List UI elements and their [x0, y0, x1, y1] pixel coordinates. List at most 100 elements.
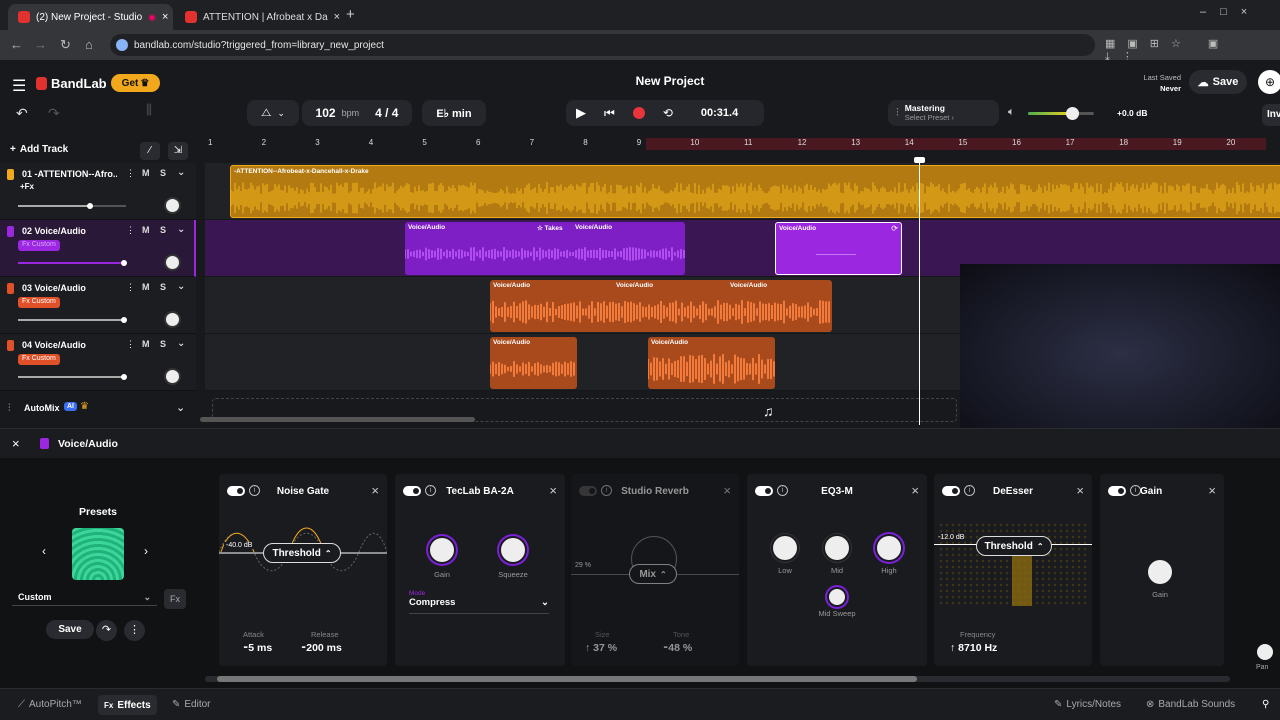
pan-knob[interactable] [164, 311, 181, 328]
high-dial[interactable] [877, 536, 901, 560]
chevron-down-icon[interactable]: ⌄ [177, 281, 185, 292]
mute-button[interactable]: M [142, 282, 150, 292]
home-icon[interactable]: ⌂ [85, 37, 93, 52]
effects-scrollbar-track[interactable] [205, 676, 1230, 682]
lyrics-notes-tab[interactable]: ✎ Lyrics/Notes [1054, 699, 1121, 710]
record-icon[interactable] [632, 107, 645, 119]
volume-slider[interactable] [18, 260, 127, 266]
clip-voice-03[interactable]: Voice/Audio Voice/Audio Voice/Audio [490, 280, 832, 332]
clip-voice-takes[interactable]: Voice/Audio ☆ Takes Voice/Audio [405, 222, 685, 275]
timeline-scrollbar[interactable] [200, 417, 475, 422]
release-value[interactable]: ⁃200 ms [301, 642, 342, 654]
clip-voice-04a[interactable]: Voice/Audio [490, 337, 577, 389]
threshold-control[interactable]: Threshold ⌃ [263, 543, 341, 563]
volume-slider[interactable] [18, 203, 126, 209]
deesser-threshold-control[interactable]: Threshold ⌃ [976, 536, 1052, 556]
pan-knob[interactable] [164, 254, 181, 271]
volume-handle[interactable] [87, 203, 93, 209]
playhead[interactable] [919, 160, 920, 425]
mid-dial[interactable] [825, 536, 849, 560]
fx-badge[interactable]: Fx Custom [18, 354, 60, 365]
new-tab-icon[interactable]: + [346, 6, 355, 23]
next-preset-icon[interactable]: › [144, 544, 148, 558]
volume-handle[interactable] [121, 317, 127, 323]
timeline-ruler[interactable]: 1 2 3 4 5 6 7 8 9 10 11 12 13 14 15 16 17 18 19 20 [205, 138, 1280, 150]
undo-icon[interactable]: ↶ [16, 105, 28, 122]
gain-amount-dial[interactable] [1148, 560, 1172, 584]
automix-row[interactable]: ⫶ AutoMix AI ♛ ⌄ [0, 398, 196, 420]
bandlab-sounds-tab[interactable]: ⊗ BandLab Sounds [1146, 699, 1235, 710]
mixer-icon[interactable]: ⫼ [146, 102, 152, 118]
reload-icon[interactable]: ↻ [60, 37, 71, 53]
track-name[interactable]: 03 Voice/Audio [22, 283, 117, 293]
solo-button[interactable]: S [160, 339, 166, 349]
close-effects-icon[interactable]: × [12, 436, 20, 451]
fx-badge[interactable]: Fx Custom [18, 297, 60, 308]
browser-tab-studio[interactable]: (2) New Project - Studio ◉ × [8, 4, 173, 30]
track-header-03[interactable]: 03 Voice/Audio ⋮ M S ⌄ Fx Custom [0, 277, 196, 334]
speaker-icon[interactable]: 🔈︎ [1008, 106, 1015, 119]
more-options-icon[interactable]: ⋮ [124, 620, 145, 641]
mute-button[interactable]: M [142, 339, 150, 349]
remove-effect-icon[interactable]: × [1208, 483, 1216, 498]
remove-effect-icon[interactable]: × [371, 483, 379, 498]
invite-button[interactable]: Inv [1262, 104, 1280, 126]
remove-effect-icon[interactable]: × [1076, 483, 1084, 498]
preset-artwork[interactable] [72, 528, 124, 580]
track-options-icon[interactable]: ⋮ [126, 168, 135, 179]
chevron-down-icon[interactable]: ⌄ [177, 224, 185, 235]
track-name[interactable]: 04 Voice/Audio [22, 340, 117, 350]
volume-handle[interactable] [121, 374, 127, 380]
time-signature[interactable]: 4 / 4 [375, 106, 398, 120]
track-header-02[interactable]: 02 Voice/Audio ⋮ M S ⌄ Fx Custom [0, 220, 196, 277]
pan-dial[interactable] [1257, 644, 1273, 660]
forward-icon[interactable]: → [34, 37, 47, 52]
volume-handle[interactable] [121, 260, 127, 266]
tuner-icon[interactable]: ⚲ [1262, 699, 1269, 710]
size-value[interactable]: ↑ 37 % [585, 642, 617, 654]
play-icon[interactable]: ▶ [576, 105, 586, 121]
key-selector[interactable]: E♭ min [422, 100, 486, 126]
clip-voice-04b[interactable]: Voice/Audio [648, 337, 775, 389]
master-volume-slider[interactable] [1028, 107, 1094, 120]
takes-label[interactable]: ☆ Takes [537, 224, 563, 232]
mix-control[interactable]: Mix ⌃ [629, 564, 677, 584]
track-header-04[interactable]: 04 Voice/Audio ⋮ M S ⌄ Fx Custom [0, 334, 196, 391]
attack-value[interactable]: ⁃5 ms [243, 642, 272, 654]
squeeze-dial[interactable] [501, 538, 525, 562]
fx-off-icon[interactable]: Fx [164, 589, 186, 609]
metronome-button[interactable]: ⧍ ⌄ [247, 100, 299, 126]
add-track-button[interactable]: + Add Track [10, 144, 68, 155]
track-options-icon[interactable]: ⋮ [126, 282, 135, 293]
track-options-icon[interactable]: ⋮ [126, 225, 135, 236]
close-tab-icon[interactable]: × [162, 11, 168, 23]
solo-button[interactable]: S [160, 168, 166, 178]
volume-handle[interactable] [1066, 107, 1079, 120]
solo-button[interactable]: S [160, 282, 166, 292]
project-title[interactable]: New Project [0, 74, 1280, 88]
back-icon[interactable]: ← [10, 37, 23, 52]
track-options-icon[interactable]: ⋮ [126, 339, 135, 350]
remove-effect-icon[interactable]: × [911, 483, 919, 498]
site-info-icon[interactable] [116, 39, 128, 51]
frequency-value[interactable]: ↑ 8710 Hz [950, 642, 997, 654]
solo-button[interactable]: S [160, 225, 166, 235]
previous-preset-icon[interactable]: ‹ [42, 544, 46, 558]
effects-tab[interactable]: Fx Effects [98, 695, 157, 715]
fx-badge[interactable]: +Fx [20, 182, 34, 191]
editor-tab[interactable]: ✎ Editor [172, 699, 211, 710]
add-music-icon[interactable]: ♫ [763, 403, 774, 419]
browser-tab-attention[interactable]: ATTENTION | Afrobeat x Da × [175, 4, 340, 30]
autopitch-tab[interactable]: ⟋ AutoPitch™ [18, 699, 82, 710]
tool-wand-icon[interactable]: ⁄ [140, 142, 160, 160]
playhead-handle[interactable] [914, 157, 925, 163]
tempo-value[interactable]: 102 [316, 106, 336, 120]
chevron-down-icon[interactable]: ⌄ [177, 167, 185, 178]
pan-knob[interactable] [164, 197, 181, 214]
lane-track-01[interactable]: -ATTENTION--Afrobeat-x-Dancehall-x-Drake [205, 163, 1280, 220]
gain-toggle[interactable] [1108, 486, 1126, 496]
skip-to-start-icon[interactable]: ⏮ [604, 106, 615, 121]
redo-icon[interactable]: ↷ [48, 105, 60, 122]
globe-icon[interactable]: ⊕ [1258, 70, 1280, 94]
remove-effect-icon[interactable]: × [549, 483, 557, 498]
